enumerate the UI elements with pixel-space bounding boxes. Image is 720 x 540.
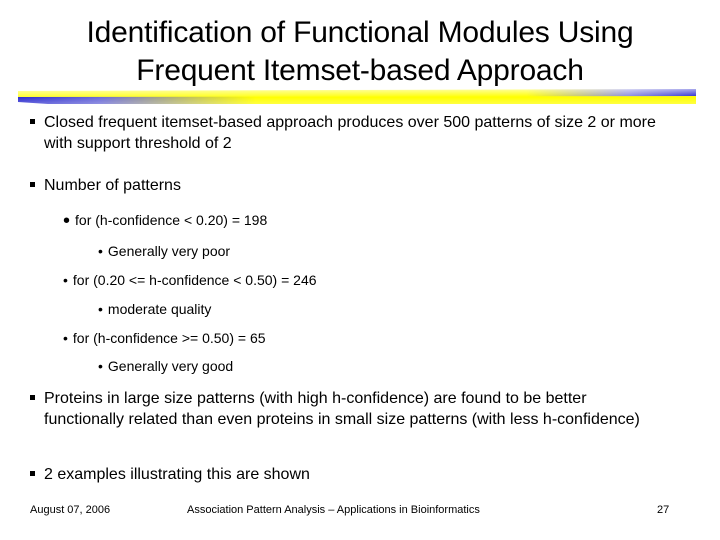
note-item: • Generally very poor <box>98 243 231 259</box>
dot-bullet-icon: • <box>98 301 103 317</box>
dot-bullet-icon: • <box>63 330 68 346</box>
dot-bullet-icon: • <box>63 210 71 232</box>
square-bullet-icon <box>30 182 35 187</box>
bullet-item: Number of patterns <box>30 175 680 196</box>
dot-bullet-icon: • <box>63 272 68 288</box>
title-line-1: Identification of Functional Modules Usi… <box>86 16 634 49</box>
sub-bullet-item: • for (0.20 <= h-confidence < 0.50) = 246 <box>63 272 317 288</box>
footer-title: Association Pattern Analysis – Applicati… <box>187 504 480 516</box>
bullet-item: Proteins in large size patterns (with hi… <box>30 388 670 430</box>
slide-title: Identification of Functional Modules Usi… <box>0 14 720 90</box>
bullet-item: Closed frequent itemset-based approach p… <box>30 112 680 154</box>
note-item: • moderate quality <box>98 301 212 317</box>
sub-bullet-item: • for (h-confidence < 0.20) = 198 <box>63 210 268 232</box>
footer-date: August 07, 2006 <box>30 504 111 516</box>
sub-bullet-item: • for (h-confidence >= 0.50) = 65 <box>63 330 266 346</box>
note-item: • Generally very good <box>98 358 234 374</box>
title-line-2: Frequent Itemset-based Approach <box>136 54 584 87</box>
square-bullet-icon <box>30 471 35 476</box>
bullet-item: 2 examples illustrating this are shown <box>30 464 680 485</box>
square-bullet-icon <box>30 395 35 400</box>
square-bullet-icon <box>30 119 35 124</box>
footer-page-number: 27 <box>657 504 670 516</box>
dot-bullet-icon: • <box>98 358 103 374</box>
title-underline-bar <box>18 89 696 105</box>
dot-bullet-icon: • <box>98 243 103 259</box>
